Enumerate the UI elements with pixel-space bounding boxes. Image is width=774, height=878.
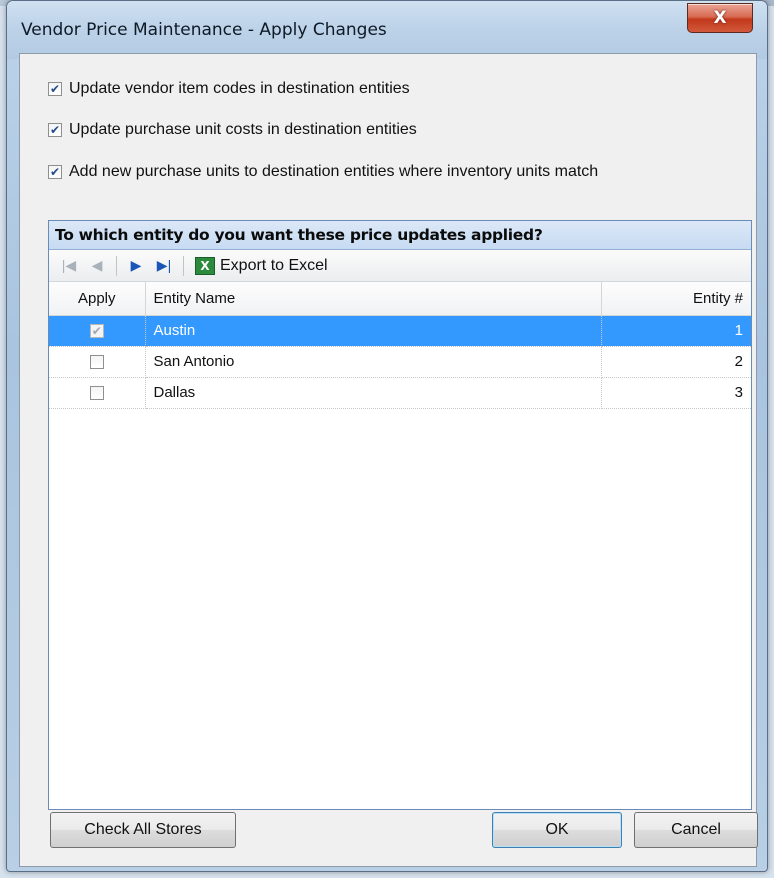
entity-name-cell[interactable]: Dallas [145,377,602,409]
title-bar[interactable]: Vendor Price Maintenance - Apply Changes… [7,1,767,59]
entity-panel: To which entity do you want these price … [48,220,752,810]
close-button[interactable]: X [687,3,753,33]
option-add-purchase-units[interactable]: ✔ Add new purchase units to destination … [48,162,598,182]
apply-checkbox[interactable]: ✔ [89,323,104,338]
entity-name-cell[interactable]: San Antonio [145,346,602,378]
entity-panel-header: To which entity do you want these price … [49,221,751,250]
apply-cell[interactable] [49,346,146,378]
cancel-button[interactable]: Cancel [634,812,758,848]
table-row[interactable]: ✔ Austin 1 [49,315,751,347]
excel-icon: X [195,256,215,275]
option-label: Update purchase unit costs in destinatio… [69,121,417,138]
apply-cell[interactable]: ✔ [49,315,146,347]
window-title: Vendor Price Maintenance - Apply Changes [21,20,387,40]
column-header-apply[interactable]: Apply [49,282,146,316]
entity-name-cell[interactable]: Austin [145,315,602,347]
column-header-entity-number[interactable]: Entity # [601,282,751,316]
grid-toolbar: |◀ ◀ ▶ ▶| X Export to Excel [49,250,751,282]
apply-checkbox[interactable] [89,385,104,400]
entity-number-cell[interactable]: 3 [601,377,751,409]
export-label: Export to Excel [220,256,328,274]
entity-number-cell[interactable]: 2 [601,346,751,378]
checkbox-update-unit-costs[interactable]: ✔ [48,123,62,137]
toolbar-separator [183,255,184,276]
table-row[interactable]: San Antonio 2 [49,346,751,378]
grid-header-row: Apply Entity Name Entity # [49,282,751,316]
checkbox-update-item-codes[interactable]: ✔ [48,82,62,96]
checkbox-add-purchase-units[interactable]: ✔ [48,165,62,179]
check-all-stores-button[interactable]: Check All Stores [50,812,236,848]
last-record-icon[interactable]: ▶| [152,254,176,278]
apply-checkbox[interactable] [89,354,104,369]
column-header-entity-name[interactable]: Entity Name [145,282,602,316]
entity-grid: Apply Entity Name Entity # ✔ Austin 1 Sa… [49,282,751,409]
dialog-content: ✔ Update vendor item codes in destinatio… [19,53,758,867]
option-label: Add new purchase units to destination en… [69,163,599,180]
export-to-excel-button[interactable]: X Export to Excel [191,255,332,277]
option-update-unit-costs[interactable]: ✔ Update purchase unit costs in destinat… [48,120,417,140]
ok-button[interactable]: OK [492,812,622,848]
close-icon: X [713,8,727,28]
option-label: Update vendor item codes in destination … [69,80,410,97]
apply-cell[interactable] [49,377,146,409]
dialog-window: Vendor Price Maintenance - Apply Changes… [6,0,768,872]
next-record-icon[interactable]: ▶ [124,254,148,278]
first-record-icon[interactable]: |◀ [57,254,81,278]
table-row[interactable]: Dallas 3 [49,377,751,409]
toolbar-separator [116,255,117,276]
option-update-item-codes[interactable]: ✔ Update vendor item codes in destinatio… [48,79,410,99]
entity-number-cell[interactable]: 1 [601,315,751,347]
previous-record-icon[interactable]: ◀ [85,254,109,278]
